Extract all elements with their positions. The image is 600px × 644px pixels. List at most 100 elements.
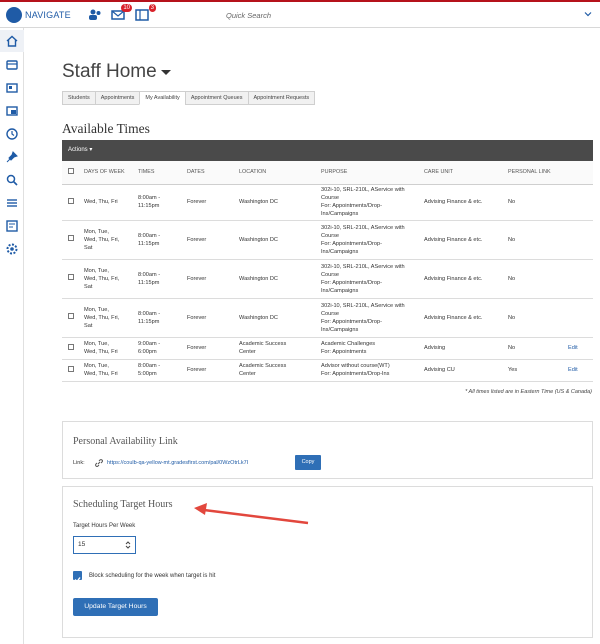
target-hours-title: Scheduling Target Hours — [73, 499, 173, 510]
table-row: Mon, Tue, Wed, Thu, Fri 8:00am - 5:00pm Fore… — [62, 359, 593, 382]
tasks-icon[interactable]: 3 — [135, 4, 156, 21]
cell-location-line: Academic Success — [239, 341, 287, 347]
block-scheduling-checkbox[interactable] — [73, 571, 82, 583]
target-hours-panel: Scheduling Target Hours Target Hours Per… — [62, 486, 593, 638]
calendar-icon[interactable] — [5, 58, 19, 72]
cell-days-line: Sat — [84, 322, 93, 329]
cell-purpose-line: For: Appointments/Drop- — [321, 318, 382, 325]
row-checkbox[interactable] — [68, 235, 74, 241]
cell-days-line: Mon, Tue, — [84, 228, 109, 235]
cell-dates: Forever — [185, 220, 237, 260]
report-icon[interactable] — [5, 219, 19, 233]
cell-times: 8:00am -11:15pm — [136, 220, 185, 260]
row-checkbox[interactable] — [68, 365, 74, 372]
annotation-arrow — [194, 503, 309, 525]
row-checkbox[interactable] — [68, 274, 74, 280]
row-checkbox[interactable] — [68, 313, 74, 319]
row-checkbox[interactable] — [68, 343, 74, 350]
navigate-logo[interactable]: NAVIGATE — [6, 7, 71, 23]
cell-dates-text: Forever — [187, 275, 207, 282]
cell-personal-link-text: No — [508, 199, 516, 205]
cell-dates: Forever — [185, 298, 237, 338]
id-card-icon[interactable] — [5, 81, 19, 95]
cell-purpose-line: Ins/Campaigns — [321, 287, 359, 294]
cell-personal-link-text: Yes — [508, 367, 518, 373]
table-row: Mon, Tue, Wed, Thu, Fri 9:00am - 6:00pm Fore… — [62, 337, 593, 360]
cell-edit — [566, 298, 593, 338]
cell-purpose-line: For: Appointments/Drop- — [321, 203, 382, 209]
select-all-checkbox[interactable] — [68, 168, 74, 175]
tab-appointments[interactable]: Appointments — [94, 91, 140, 105]
cell-days: Wed, Thu, Fri — [82, 184, 136, 221]
cell-times-line: 8:00am - — [138, 363, 161, 369]
tab-appointment-queues[interactable]: Appointment Queues — [184, 91, 248, 105]
cell-personal-link-text: No — [508, 275, 516, 282]
cell-purpose-line: Academic Challenges — [321, 341, 376, 347]
cell-times-line: 8:00am - — [138, 195, 161, 201]
cell-location-line: Center — [239, 371, 256, 377]
row-checkbox-cell — [62, 298, 82, 338]
title-dropdown-caret-icon[interactable] — [161, 70, 171, 75]
cell-purpose: 302i-10, SRL-210L, AService with Course Fo… — [319, 298, 422, 338]
cell-days-line: Mon, Tue, — [84, 363, 109, 369]
cell-location-line: Center — [239, 349, 256, 355]
cell-times: 9:00am - 6:00pm — [136, 337, 185, 360]
edit-link[interactable]: Edit — [568, 345, 578, 351]
chevron-down-icon[interactable] — [584, 10, 592, 18]
target-hours-value: 15 — [78, 541, 86, 548]
personal-link-url[interactable]: https://coulb-qa-yellow-mt.gradesfirst.c… — [107, 460, 248, 466]
messages-icon[interactable]: 10 — [111, 4, 132, 21]
row-checkbox-cell — [62, 184, 82, 221]
cell-purpose-line: Ins/Campaigns — [321, 326, 359, 333]
logo-mark-icon — [6, 7, 22, 23]
cell-times-line: 11:15pm — [138, 318, 160, 325]
cell-purpose: Academic Challenges For: Appointments — [319, 337, 422, 360]
cell-personal-link: No — [506, 298, 566, 338]
col-dates: DATES — [185, 161, 237, 185]
quick-search-input[interactable]: Quick Search — [226, 11, 271, 20]
cell-care-unit-text: Advising Finance & etc. — [424, 275, 483, 282]
cell-purpose-line: 302i-10, SRL-210L, AService with — [321, 263, 405, 270]
pin-icon[interactable] — [5, 150, 19, 164]
gear-icon[interactable] — [5, 242, 19, 256]
update-target-hours-button[interactable]: Update Target Hours — [73, 598, 158, 616]
actions-dropdown-button[interactable]: Actions ▾ — [68, 146, 92, 153]
copy-link-button[interactable]: Copy — [295, 455, 321, 470]
cell-location-line: Washington DC — [239, 236, 278, 243]
target-hours-input[interactable]: 15 — [73, 536, 136, 554]
spinner-arrows-icon[interactable] — [125, 540, 131, 550]
cell-care-unit-text: Advising Finance & etc. — [424, 236, 483, 243]
cell-care-unit-text: Advising CU — [424, 367, 455, 373]
checkmark-icon — [74, 577, 81, 583]
search-icon[interactable] — [5, 173, 19, 187]
cell-location: Washington DC — [237, 184, 319, 221]
cell-purpose: 302i-10, SRL-210L, AService with Course Fo… — [319, 220, 422, 260]
cell-personal-link: Yes — [506, 359, 566, 382]
page-title: Staff Home — [62, 61, 157, 82]
cell-care-unit: Advising Finance & etc. — [422, 220, 506, 260]
cell-days-line: Sat — [84, 244, 93, 251]
people-icon[interactable] — [88, 8, 102, 21]
home-icon[interactable] — [0, 30, 24, 52]
cell-days: Mon, Tue, Wed, Thu, Fri — [82, 359, 136, 382]
table-header-row: DAYS OF WEEK TIMES DATES LOCATION PURPOS… — [62, 161, 593, 185]
link-label: Link: — [73, 460, 85, 466]
tab-students[interactable]: Students — [62, 91, 95, 105]
tab-my-availability[interactable]: My Availability — [139, 91, 185, 105]
table-row: Mon, Tue, Wed, Thu, Fri, Sat 8:00am -11:15p… — [62, 220, 593, 260]
cell-days: Mon, Tue, Wed, Thu, Fri — [82, 337, 136, 360]
inbox-icon[interactable] — [5, 104, 19, 118]
cell-care-unit-text: Advising Finance & etc. — [424, 199, 483, 205]
edit-link[interactable]: Edit — [568, 367, 578, 373]
list-icon[interactable] — [5, 196, 19, 210]
cell-times-line: 11:15pm — [138, 203, 160, 209]
clock-icon[interactable] — [5, 127, 19, 141]
cell-personal-link-text: No — [508, 236, 516, 243]
row-checkbox-cell — [62, 259, 82, 299]
cell-location-line: Academic Success — [239, 363, 287, 369]
cell-purpose-line: 302i-10, SRL-210L, AService with — [321, 224, 405, 231]
cell-personal-link: No — [506, 259, 566, 299]
row-checkbox[interactable] — [68, 197, 74, 204]
cell-times-line: 8:00am - — [138, 271, 161, 278]
tab-appointment-requests[interactable]: Appointment Requests — [247, 91, 316, 105]
